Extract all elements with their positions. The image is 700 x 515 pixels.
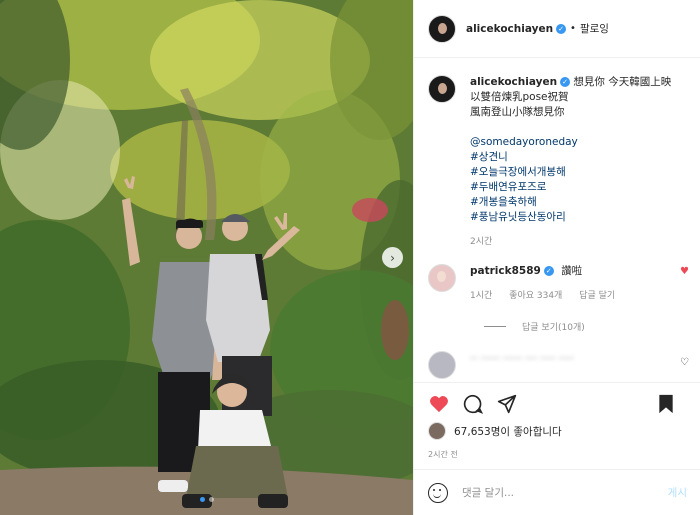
caption-line: 風南登山小隊想見你 bbox=[470, 106, 565, 118]
reply-divider bbox=[484, 326, 506, 327]
caption-username[interactable]: alicekochiayen bbox=[470, 76, 557, 88]
bookmark-icon[interactable] bbox=[655, 393, 677, 415]
caption-time[interactable]: 2시간 bbox=[470, 237, 492, 247]
hashtag-link[interactable]: #오늘극장에서개봉해 bbox=[470, 165, 687, 180]
separator-dot: • bbox=[570, 23, 576, 34]
like-heart-icon[interactable] bbox=[428, 393, 450, 415]
commenter-username[interactable]: patrick8589 bbox=[470, 265, 541, 277]
blurred-comment-item: -- ----- ----- --- ---- ---- ♡ bbox=[428, 351, 689, 379]
comment-body: patrick8589 ✓ 讚啦 1시간 좋아요 334개 답글 달기 bbox=[470, 264, 687, 304]
caption-meta: 2시간 bbox=[470, 235, 687, 250]
hashtag-link[interactable]: #두배연유포즈로 bbox=[470, 180, 687, 195]
likes-row: 67,653명이 좋아합니다 bbox=[428, 422, 562, 440]
verified-badge-icon: ✓ bbox=[560, 77, 571, 87]
comments-section: alicekochiayen ✓ 想見你 今天韓國上映 以雙倍煉乳pose祝賀 風… bbox=[414, 59, 700, 381]
caption-body: alicekochiayen ✓ 想見你 今天韓國上映 以雙倍煉乳pose祝賀 風… bbox=[470, 75, 687, 250]
caption: alicekochiayen ✓ 想見你 今天韓國上映 以雙倍煉乳pose祝賀 風… bbox=[428, 75, 687, 250]
caption-author-avatar[interactable] bbox=[428, 75, 456, 103]
caption-line: 想見你 今天韓國上映 bbox=[573, 76, 672, 88]
likes-count[interactable]: 67,653명이 좋아합니다 bbox=[454, 424, 562, 439]
hashtag-link[interactable]: #개봉을축하해 bbox=[470, 195, 687, 210]
post-side-panel: alicekochiayen ✓ • 팔로잉 alicekochiayen ✓ 想… bbox=[413, 0, 700, 515]
commenter-avatar[interactable] bbox=[428, 264, 456, 292]
emoji-icon[interactable] bbox=[428, 482, 448, 503]
mention-link[interactable]: @somedayoroneday bbox=[470, 135, 687, 150]
post-header: alicekochiayen ✓ • 팔로잉 bbox=[414, 0, 700, 58]
caption-line: 以雙倍煉乳pose祝賀 bbox=[470, 91, 569, 103]
forest-photo-illustration bbox=[0, 0, 413, 515]
comment-like-heart-icon[interactable]: ♥ bbox=[680, 266, 689, 277]
liker-avatar[interactable] bbox=[428, 422, 446, 440]
blurred-comment-text: -- ----- ----- --- ---- ---- bbox=[470, 352, 574, 364]
next-image-button[interactable]: › bbox=[382, 247, 403, 268]
carousel-dot-active bbox=[199, 497, 205, 502]
verified-badge-icon: ✓ bbox=[543, 266, 554, 276]
following-button[interactable]: 팔로잉 bbox=[580, 21, 609, 36]
hashtag-link[interactable]: #풍남유닛등산동아리 bbox=[470, 210, 687, 225]
post-timestamp[interactable]: 2시간 전 bbox=[428, 449, 458, 460]
author-username[interactable]: alicekochiayen bbox=[466, 23, 553, 35]
post-container: › alicekochiayen ✓ • 팔로잉 alicekochiayen ✓… bbox=[0, 0, 700, 515]
comment-likes[interactable]: 좋아요 334개 bbox=[509, 291, 562, 301]
post-comment-button[interactable]: 게시 bbox=[668, 485, 687, 500]
verified-badge-icon: ✓ bbox=[556, 23, 567, 34]
post-photo[interactable]: › bbox=[0, 0, 413, 515]
hashtag-link[interactable]: #상견니 bbox=[470, 150, 687, 165]
share-icon[interactable] bbox=[496, 393, 518, 415]
view-replies-button[interactable]: 답글 보기(10개) bbox=[484, 320, 687, 333]
carousel-indicator bbox=[0, 497, 413, 502]
comment-item: patrick8589 ✓ 讚啦 1시간 좋아요 334개 답글 달기 ♥ bbox=[428, 264, 689, 304]
comment-input[interactable] bbox=[462, 486, 652, 499]
author-avatar[interactable] bbox=[428, 14, 456, 43]
view-replies-label: 답글 보기(10개) bbox=[522, 323, 585, 333]
action-bar bbox=[414, 382, 700, 424]
carousel-dot bbox=[208, 497, 214, 502]
comment-form: 게시 bbox=[414, 469, 700, 515]
reply-button[interactable]: 답글 달기 bbox=[579, 291, 615, 301]
comment-time[interactable]: 1시간 bbox=[470, 291, 492, 301]
comment-text: 讚啦 bbox=[561, 265, 583, 277]
commenter-avatar[interactable] bbox=[428, 351, 456, 379]
comment-meta: 1시간 좋아요 334개 답글 달기 bbox=[470, 289, 687, 304]
comment-like-heart-icon[interactable]: ♡ bbox=[680, 357, 689, 368]
comment-icon[interactable] bbox=[462, 393, 484, 415]
